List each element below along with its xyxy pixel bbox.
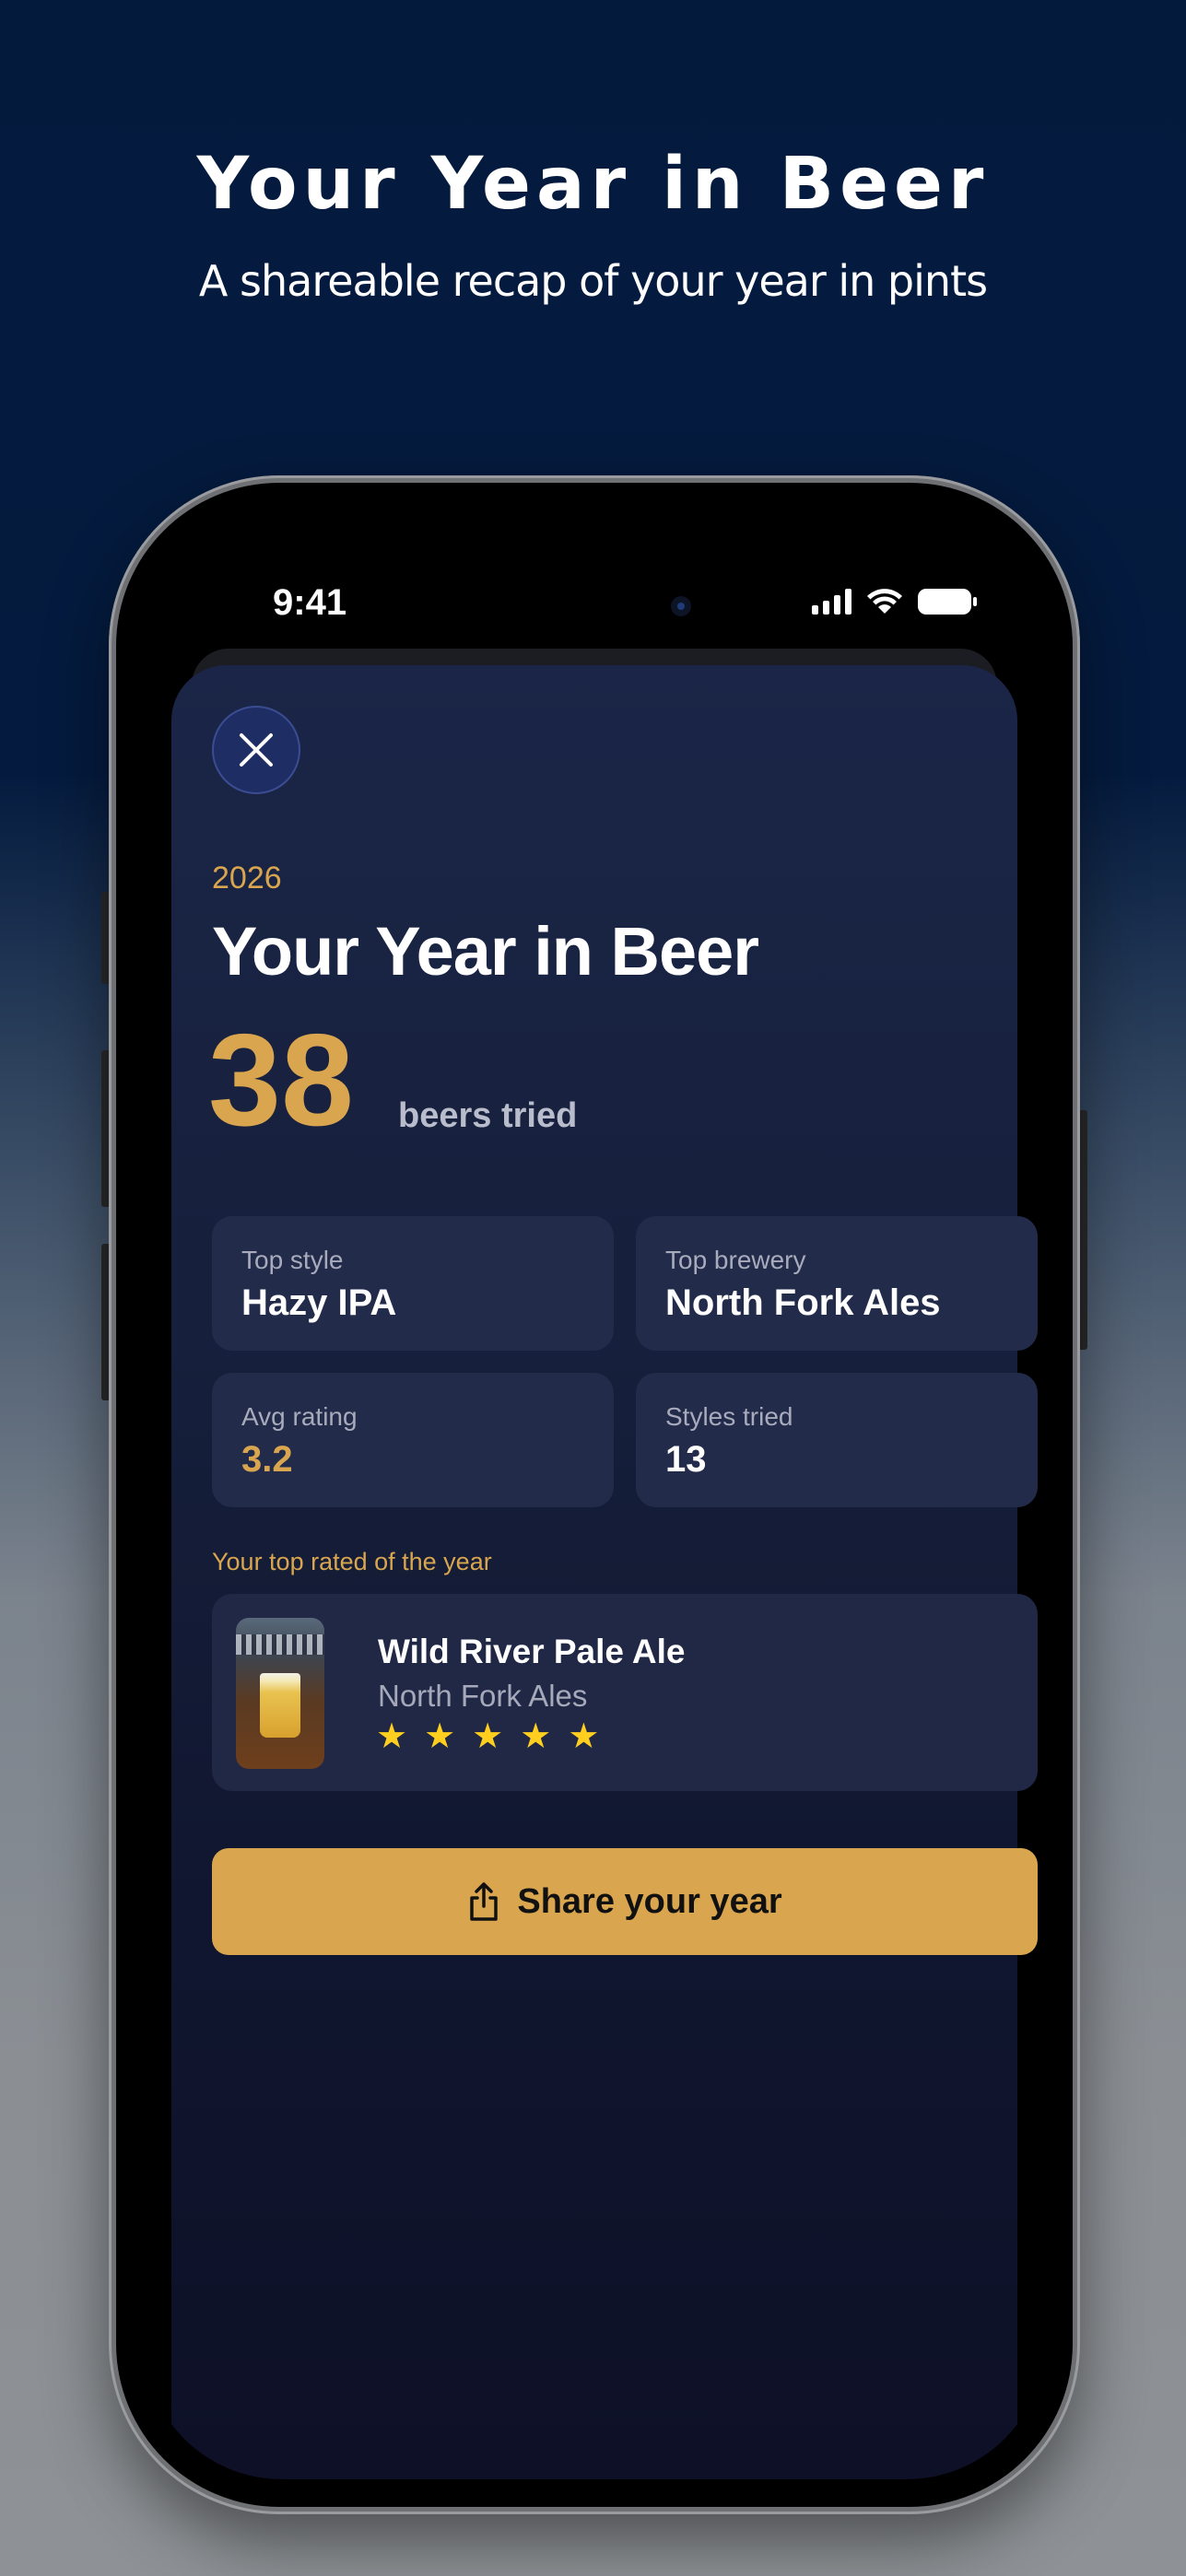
stat-card-avg-rating: Avg rating 3.2 xyxy=(212,1373,614,1507)
top-rated-section-label: Your top rated of the year xyxy=(212,1548,492,1575)
hero-title: Your Year in Beer xyxy=(196,143,990,226)
front-camera-icon xyxy=(671,596,691,616)
star-rating: ★ ★ ★ ★ ★ xyxy=(376,1719,599,1754)
star-icon: ★ xyxy=(520,1717,552,1756)
stat-value: Hazy IPA xyxy=(241,1282,397,1323)
stat-label: Avg rating xyxy=(241,1402,358,1431)
wifi-icon xyxy=(867,589,902,614)
phone-bezel: 9:41 2026 Your Year in Beer 38 beers tri… xyxy=(116,483,1073,2507)
top-rated-beer-name: Wild River Pale Ale xyxy=(378,1633,686,1670)
stat-value: 3.2 xyxy=(241,1439,293,1480)
recap-year: 2026 xyxy=(212,861,282,896)
phone-screen: 9:41 2026 Your Year in Beer 38 beers tri… xyxy=(144,510,1045,2479)
hero-subtitle: A shareable recap of your year in pints xyxy=(198,256,988,306)
beer-photo xyxy=(236,1618,324,1769)
status-icons xyxy=(812,588,977,615)
phone-frame: 9:41 2026 Your Year in Beer 38 beers tri… xyxy=(109,475,1080,2514)
stat-card-styles-tried: Styles tried 13 xyxy=(636,1373,1038,1507)
star-icon: ★ xyxy=(376,1717,408,1756)
star-icon: ★ xyxy=(568,1717,600,1756)
stat-card-top-brewery: Top brewery North Fork Ales xyxy=(636,1216,1038,1351)
stat-value: North Fork Ales xyxy=(665,1282,941,1323)
stat-card-top-style: Top style Hazy IPA xyxy=(212,1216,614,1351)
cellular-signal-icon xyxy=(812,589,851,615)
share-icon xyxy=(470,1882,499,1921)
close-icon xyxy=(240,733,273,767)
stat-label: Styles tried xyxy=(665,1402,793,1431)
status-time: 9:41 xyxy=(273,582,347,623)
stat-label: Top style xyxy=(241,1246,344,1274)
top-rated-beer-card[interactable]: Wild River Pale Ale North Fork Ales ★ ★ … xyxy=(212,1594,1038,1791)
star-icon: ★ xyxy=(424,1717,456,1756)
recap-sheet: 2026 Your Year in Beer 38 beers tried To… xyxy=(171,665,1038,2479)
battery-icon xyxy=(918,589,977,615)
share-button-label: Share your year xyxy=(517,1881,782,1921)
top-rated-brewery: North Fork Ales xyxy=(378,1679,588,1713)
star-icon: ★ xyxy=(472,1717,504,1756)
beer-count: 38 xyxy=(208,1007,354,1153)
beer-count-label: beers tried xyxy=(398,1096,578,1135)
stat-value: 13 xyxy=(665,1439,707,1480)
stat-label: Top brewery xyxy=(665,1246,806,1274)
close-button[interactable] xyxy=(212,706,300,794)
recap-title: Your Year in Beer xyxy=(212,913,759,989)
share-your-year-button[interactable]: Share your year xyxy=(212,1848,1038,1955)
